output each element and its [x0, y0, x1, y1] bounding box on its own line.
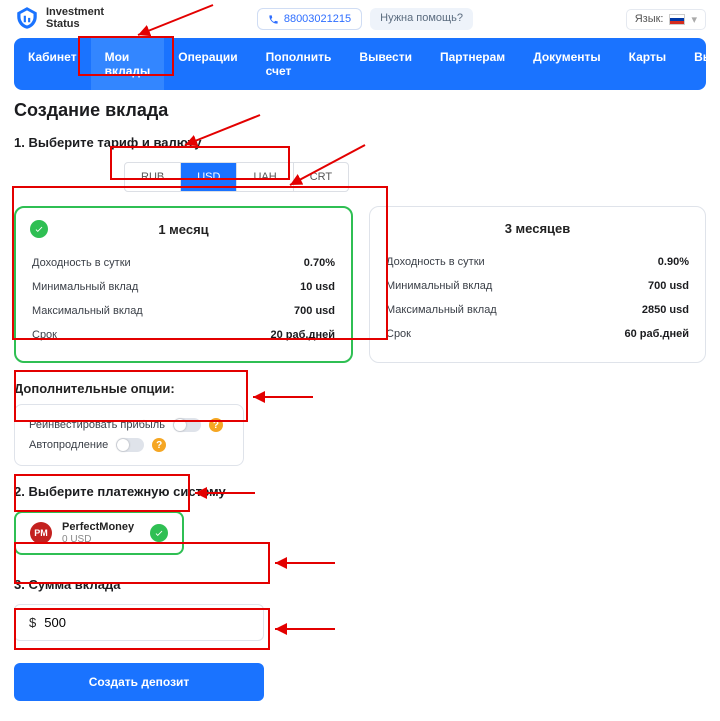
step3-heading: 3. Сумма вклада: [14, 577, 706, 592]
plan-term-label: Срок: [32, 329, 57, 341]
logo-icon: [14, 6, 40, 32]
nav-item-withdraw[interactable]: Вывести: [345, 38, 426, 90]
option-reinvest-label: Реинвестировать прибыль: [29, 419, 165, 431]
nav-item-partners[interactable]: Партнерам: [426, 38, 519, 90]
nav-item-documents[interactable]: Документы: [519, 38, 614, 90]
options-heading: Дополнительные опции:: [14, 381, 706, 396]
currency-tabs: RUB USD UAH CRT: [124, 162, 349, 192]
payment-system-perfectmoney[interactable]: PM PerfectMoney 0 USD: [14, 511, 184, 555]
flag-ru-icon: [669, 14, 685, 25]
plan-daily-label: Доходность в сутки: [32, 257, 131, 269]
plan-daily-label: Доходность в сутки: [386, 256, 485, 268]
plan-card-1month[interactable]: 1 месяц Доходность в сутки 0.70% Минималь…: [14, 206, 353, 363]
nav-item-cards[interactable]: Карты: [615, 38, 680, 90]
brand: InvestmentStatus: [14, 6, 104, 32]
plan-max-label: Максимальный вклад: [386, 304, 497, 316]
plan-title: 3 месяцев: [386, 221, 689, 236]
header-center: 88003021215 Нужна помощь?: [114, 8, 616, 30]
nav-item-deposits[interactable]: Мои вклады: [91, 38, 165, 90]
option-autorenew: Автопродление ?: [29, 435, 229, 455]
plan-daily-value: 0.90%: [658, 256, 689, 268]
options-box: Реинвестировать прибыль ? Автопродление …: [14, 404, 244, 466]
plan-max-value: 700 usd: [294, 305, 335, 317]
plan-daily-value: 0.70%: [304, 257, 335, 269]
nav-item-logout[interactable]: Выход: [680, 38, 706, 90]
plan-max-label: Максимальный вклад: [32, 305, 143, 317]
currency-tab-uah[interactable]: UAH: [237, 163, 293, 191]
perfectmoney-logo-icon: PM: [30, 522, 52, 544]
selected-check-icon: [30, 220, 48, 238]
step2-heading: 2. Выберите платежную систему: [14, 484, 706, 499]
plan-card-3month[interactable]: 3 месяцев Доходность в сутки 0.90% Минима…: [369, 206, 706, 363]
page-title: Создание вклада: [14, 100, 706, 121]
create-deposit-button[interactable]: Создать депозит: [14, 663, 264, 701]
currency-tab-usd[interactable]: USD: [181, 163, 237, 191]
selected-check-icon: [150, 524, 168, 542]
plan-term-label: Срок: [386, 328, 411, 340]
amount-input-group: $: [14, 604, 264, 641]
phone-badge[interactable]: 88003021215: [257, 8, 362, 30]
brand-text: InvestmentStatus: [46, 7, 104, 30]
help-icon[interactable]: ?: [152, 438, 166, 452]
reinvest-toggle[interactable]: [173, 418, 201, 432]
plan-title: 1 месяц: [32, 222, 335, 237]
help-icon[interactable]: ?: [209, 418, 223, 432]
plan-min-value: 10 usd: [300, 281, 335, 293]
plan-term-value: 60 раб.дней: [625, 328, 690, 340]
plan-min-value: 700 usd: [648, 280, 689, 292]
currency-symbol: $: [29, 615, 36, 630]
amount-input[interactable]: [44, 615, 249, 630]
nav-item-topup[interactable]: Пополнить счет: [252, 38, 346, 90]
currency-tab-rub[interactable]: RUB: [125, 163, 181, 191]
paysys-name: PerfectMoney: [62, 521, 134, 534]
plan-max-value: 2850 usd: [642, 304, 689, 316]
chevron-down-icon: ▾: [691, 13, 697, 26]
autorenew-toggle[interactable]: [116, 438, 144, 452]
help-button[interactable]: Нужна помощь?: [370, 8, 473, 30]
main-nav: Кабинет Мои вклады Операции Пополнить сч…: [14, 38, 706, 90]
header: InvestmentStatus 88003021215 Нужна помощ…: [0, 0, 720, 38]
nav-item-operations[interactable]: Операции: [164, 38, 251, 90]
option-autorenew-label: Автопродление: [29, 439, 108, 451]
currency-tab-crt[interactable]: CRT: [294, 163, 348, 191]
option-reinvest: Реинвестировать прибыль ?: [29, 415, 229, 435]
lang-label: Язык:: [635, 13, 664, 25]
nav-item-cabinet[interactable]: Кабинет: [14, 38, 91, 90]
plan-min-label: Минимальный вклад: [386, 280, 492, 292]
step1-heading: 1. Выберите тариф и валюту: [14, 135, 706, 150]
phone-number: 88003021215: [284, 13, 351, 25]
paysys-balance: 0 USD: [62, 534, 134, 545]
plan-term-value: 20 раб.дней: [271, 329, 336, 341]
language-selector[interactable]: Язык: ▾: [626, 9, 706, 30]
plan-min-label: Минимальный вклад: [32, 281, 138, 293]
plan-cards: 1 месяц Доходность в сутки 0.70% Минималь…: [14, 206, 706, 363]
phone-icon: [268, 14, 279, 25]
